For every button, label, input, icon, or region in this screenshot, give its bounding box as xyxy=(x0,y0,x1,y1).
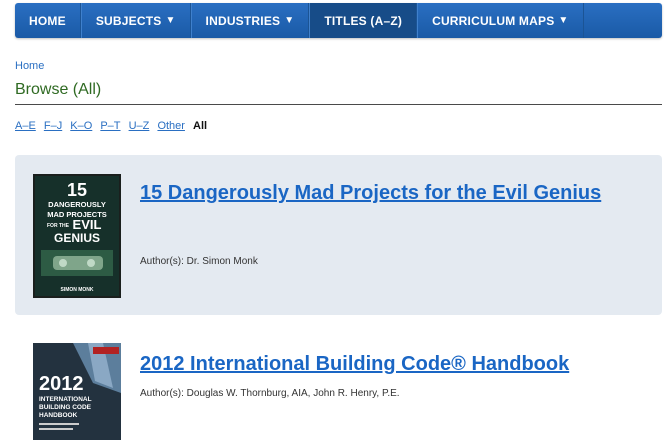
filter-p-t[interactable]: P–T xyxy=(100,120,120,132)
cover-line: BUILDING CODE xyxy=(39,404,92,411)
nav-subjects[interactable]: SUBJECTS ▼ xyxy=(81,3,191,38)
nav-titles[interactable]: TITLES (A–Z) xyxy=(309,3,417,38)
caret-down-icon: ▼ xyxy=(558,15,568,26)
result-item: 15 DANGEROUSLY MAD PROJECTS FOR THE EVIL… xyxy=(15,155,662,315)
cover-line: FOR THE xyxy=(47,223,70,229)
cover-year: 2012 xyxy=(39,373,84,395)
caret-down-icon: ▼ xyxy=(284,15,294,26)
filter-f-j[interactable]: F–J xyxy=(44,120,62,132)
page-title: Browse (All) xyxy=(15,81,101,99)
cover-author: SIMON MONK xyxy=(60,287,93,293)
filter-all-current: All xyxy=(193,120,207,132)
nav-home-label: HOME xyxy=(29,14,66,28)
cover-line: EVIL xyxy=(73,217,102,232)
nav-curriculum-maps[interactable]: CURRICULUM MAPS ▼ xyxy=(417,3,583,38)
title-divider xyxy=(15,104,662,105)
result-item: 2012 INTERNATIONAL BUILDING CODE HANDBOO… xyxy=(15,330,662,440)
filter-k-o[interactable]: K–O xyxy=(70,120,92,132)
filter-a-e[interactable]: A–E xyxy=(15,120,36,132)
nav-subjects-label: SUBJECTS xyxy=(96,14,162,28)
book-authors: Author(s): Douglas W. Thornburg, AIA, Jo… xyxy=(140,388,400,399)
cover-line: GENIUS xyxy=(54,231,100,245)
nav-curriculum-maps-label: CURRICULUM MAPS xyxy=(432,14,554,28)
alpha-filter: A–E F–J K–O P–T U–Z Other All xyxy=(15,120,207,132)
filter-other[interactable]: Other xyxy=(157,120,185,132)
cover-line: HANDBOOK xyxy=(39,412,78,419)
nav-industries-label: INDUSTRIES xyxy=(206,14,281,28)
main-nav: HOME SUBJECTS ▼ INDUSTRIES ▼ TITLES (A–Z… xyxy=(15,3,662,38)
book-authors: Author(s): Dr. Simon Monk xyxy=(140,256,258,267)
book-cover-image[interactable]: 2012 INTERNATIONAL BUILDING CODE HANDBOO… xyxy=(33,343,121,440)
book-title-link[interactable]: 2012 International Building Code® Handbo… xyxy=(140,347,650,381)
filter-u-z[interactable]: U–Z xyxy=(129,120,150,132)
nav-titles-label: TITLES (A–Z) xyxy=(324,14,402,28)
cover-art: 2012 INTERNATIONAL BUILDING CODE HANDBOO… xyxy=(33,343,121,440)
breadcrumb-home[interactable]: Home xyxy=(15,60,44,72)
nav-home[interactable]: HOME xyxy=(15,3,81,38)
cover-line: DANGEROUSLY xyxy=(48,200,106,209)
caret-down-icon: ▼ xyxy=(165,15,175,26)
cover-line: INTERNATIONAL xyxy=(39,396,92,403)
cover-art: 15 DANGEROUSLY MAD PROJECTS FOR THE EVIL… xyxy=(33,174,121,298)
cover-number: 15 xyxy=(67,180,87,200)
book-cover-image[interactable]: 15 DANGEROUSLY MAD PROJECTS FOR THE EVIL… xyxy=(33,174,121,298)
book-title-link[interactable]: 15 Dangerously Mad Projects for the Evil… xyxy=(140,176,620,210)
nav-industries[interactable]: INDUSTRIES ▼ xyxy=(191,3,310,38)
